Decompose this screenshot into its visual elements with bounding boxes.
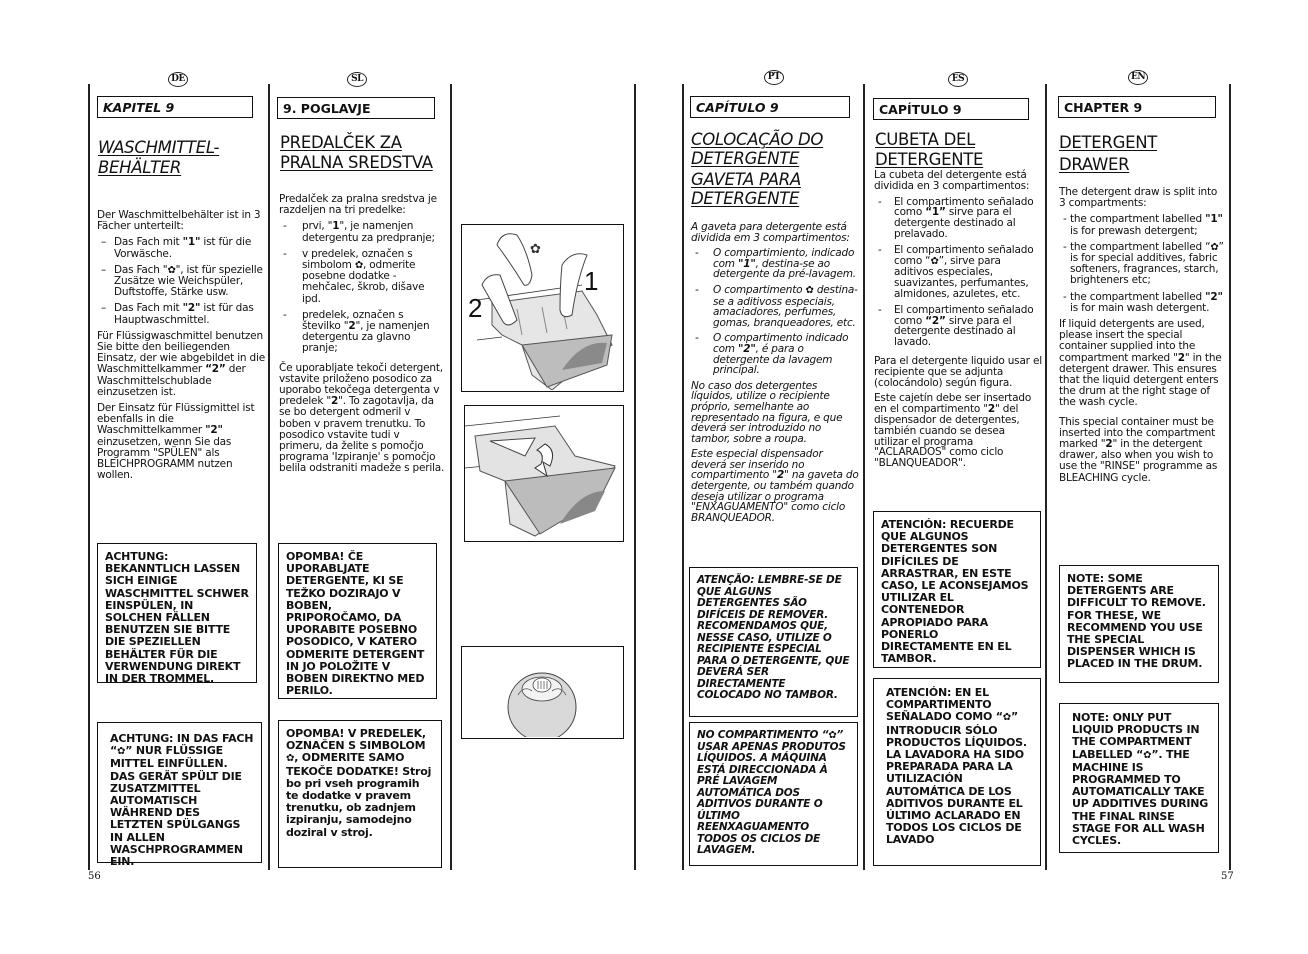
column-divider [634, 84, 636, 870]
section-title: PREDALČEK ZA PRALNA SREDSTVA [280, 133, 433, 172]
column-divider [1229, 84, 1231, 870]
warning-box: ATENCIÓN: EN EL COMPARTIMENTO SEÑALADO C… [873, 678, 1041, 866]
list-item: prvi, "1", je namenjen detergentu za pre… [279, 221, 445, 244]
body-text: Predalček za pralna sredstva je razdelje… [279, 193, 445, 480]
language-flag-en: EN [1128, 70, 1148, 85]
language-flag-pt: PT [764, 70, 784, 85]
section-title: CUBETA DEL DETERGENTE [875, 130, 984, 169]
warning-box: ATENÇÃO: LEMBRE-SE DE QUE ALGUNS DETERGE… [689, 567, 858, 717]
warning-box: ACHTUNG: IN DAS FACH “✿” NUR FLÜSSIGE MI… [97, 722, 262, 868]
list-item: the compartment labelled “✿” is for spec… [1059, 241, 1225, 287]
list-item: El compartimento señalado como “✿”, sirv… [874, 244, 1042, 300]
chapter-heading: KAPITEL 9 [97, 96, 253, 118]
body-text: La cubeta del detergente está dividida e… [874, 170, 1042, 474]
column-divider [450, 84, 452, 870]
page-number: 57 [1221, 871, 1234, 882]
figure-detergent-ball [461, 646, 624, 742]
list-item: the compartment labelled "2" is for main… [1059, 291, 1225, 314]
warning-box: OPOMBA! V PREDELEK, OZNAČEN S SIMBOLOM ✿… [278, 720, 442, 868]
column-divider [268, 84, 270, 870]
list-item: O compartimiento, indicado com "1", dest… [691, 248, 859, 280]
figure-liquid-container-insert [464, 405, 624, 542]
section-title: COLOCAÇÃO DO DETERGENTE GAVETA PARA DETE… [691, 130, 824, 208]
warning-box: NOTE: SOME DETERGENTS ARE DIFFICULT TO R… [1059, 565, 1219, 683]
figure-detergent-drawer-pouring: 1 2 ✿ [461, 224, 624, 392]
list-item: Das Fach mit "1" ist für die Vorwäsche. [97, 237, 265, 260]
warning-box: OPOMBA! ČE UPORABLJATE DETERGENTE, KI SE… [278, 543, 437, 699]
body-text: The detergent draw is split into 3 compa… [1059, 186, 1225, 489]
column-divider [1045, 84, 1047, 870]
language-flag-sl: SL [347, 72, 367, 87]
flower-symbol-icon: ✿ [530, 242, 541, 257]
list-item: El compartimento señalado como “1” sirve… [874, 196, 1042, 240]
column-divider [88, 84, 90, 870]
column-divider [863, 84, 865, 870]
compartment-label-2: 2 [468, 293, 482, 323]
flower-symbol-icon: ✿ [117, 746, 126, 758]
flower-symbol-icon: ✿ [930, 255, 939, 267]
chapter-heading: 9. POGLAVJE [277, 97, 435, 119]
language-flag-de: DE [168, 72, 188, 87]
list-item: Das Fach "✿", ist für spezielle Zusätze … [97, 264, 265, 299]
body-text: Der Waschmittelbehälter ist in 3 Fächer … [97, 209, 265, 486]
chapter-heading: CAPÍTULO 9 [873, 98, 1029, 120]
detergent-ball-illustration [507, 672, 577, 742]
warning-box: ACHTUNG: BEKANNTLICH LASSEN SICH EINIGE … [97, 543, 257, 685]
language-flag-es: ES [948, 72, 968, 87]
list-item: O compartimento ✿ destina-se a aditivoss… [691, 285, 859, 328]
list-item: predelek, označen s številko "2", je nam… [279, 309, 445, 355]
flower-symbol-icon: ✿ [828, 730, 837, 741]
chapter-heading: CAPÍTULO 9 [690, 96, 850, 118]
list-item: the compartment labelled "1" is for prew… [1059, 214, 1225, 236]
compartment-label-1: 1 [584, 266, 598, 296]
flower-symbol-icon: ✿ [805, 284, 814, 296]
flower-symbol-icon: ✿ [1002, 712, 1011, 724]
list-item: O compartimento indicado com "2", é para… [691, 333, 859, 375]
chapter-heading: CHAPTER 9 [1058, 96, 1216, 118]
list-item: El compartimento señalado como “2” sirve… [874, 304, 1042, 348]
warning-box: NO COMPARTIMENTO “✿” USAR APENAS PRODUTO… [689, 722, 858, 866]
flower-symbol-icon: ✿ [286, 753, 295, 765]
section-title: WASCHMITTEL- BEHÄLTER [98, 138, 220, 177]
list-item: v predelek, označen s simbolom ✿, odmeri… [279, 248, 445, 305]
body-text: A gaveta para detergente está dividida e… [691, 222, 859, 528]
list-item: Das Fach mit "2" ist für das Hauptwaschm… [97, 303, 265, 326]
warning-box: NOTE: ONLY PUT LIQUID PRODUCTS IN THE CO… [1059, 703, 1219, 853]
page-number: 56 [88, 871, 101, 882]
section-title: DETERGENT DRAWER [1059, 133, 1158, 174]
warning-box: ATENCIÓN: RECUERDE QUE ALGUNOS DETERGENT… [873, 511, 1041, 668]
column-divider [682, 84, 684, 870]
detergent-drawer-illustration: 1 2 ✿ [468, 233, 613, 391]
container-insert-illustration [464, 415, 616, 537]
